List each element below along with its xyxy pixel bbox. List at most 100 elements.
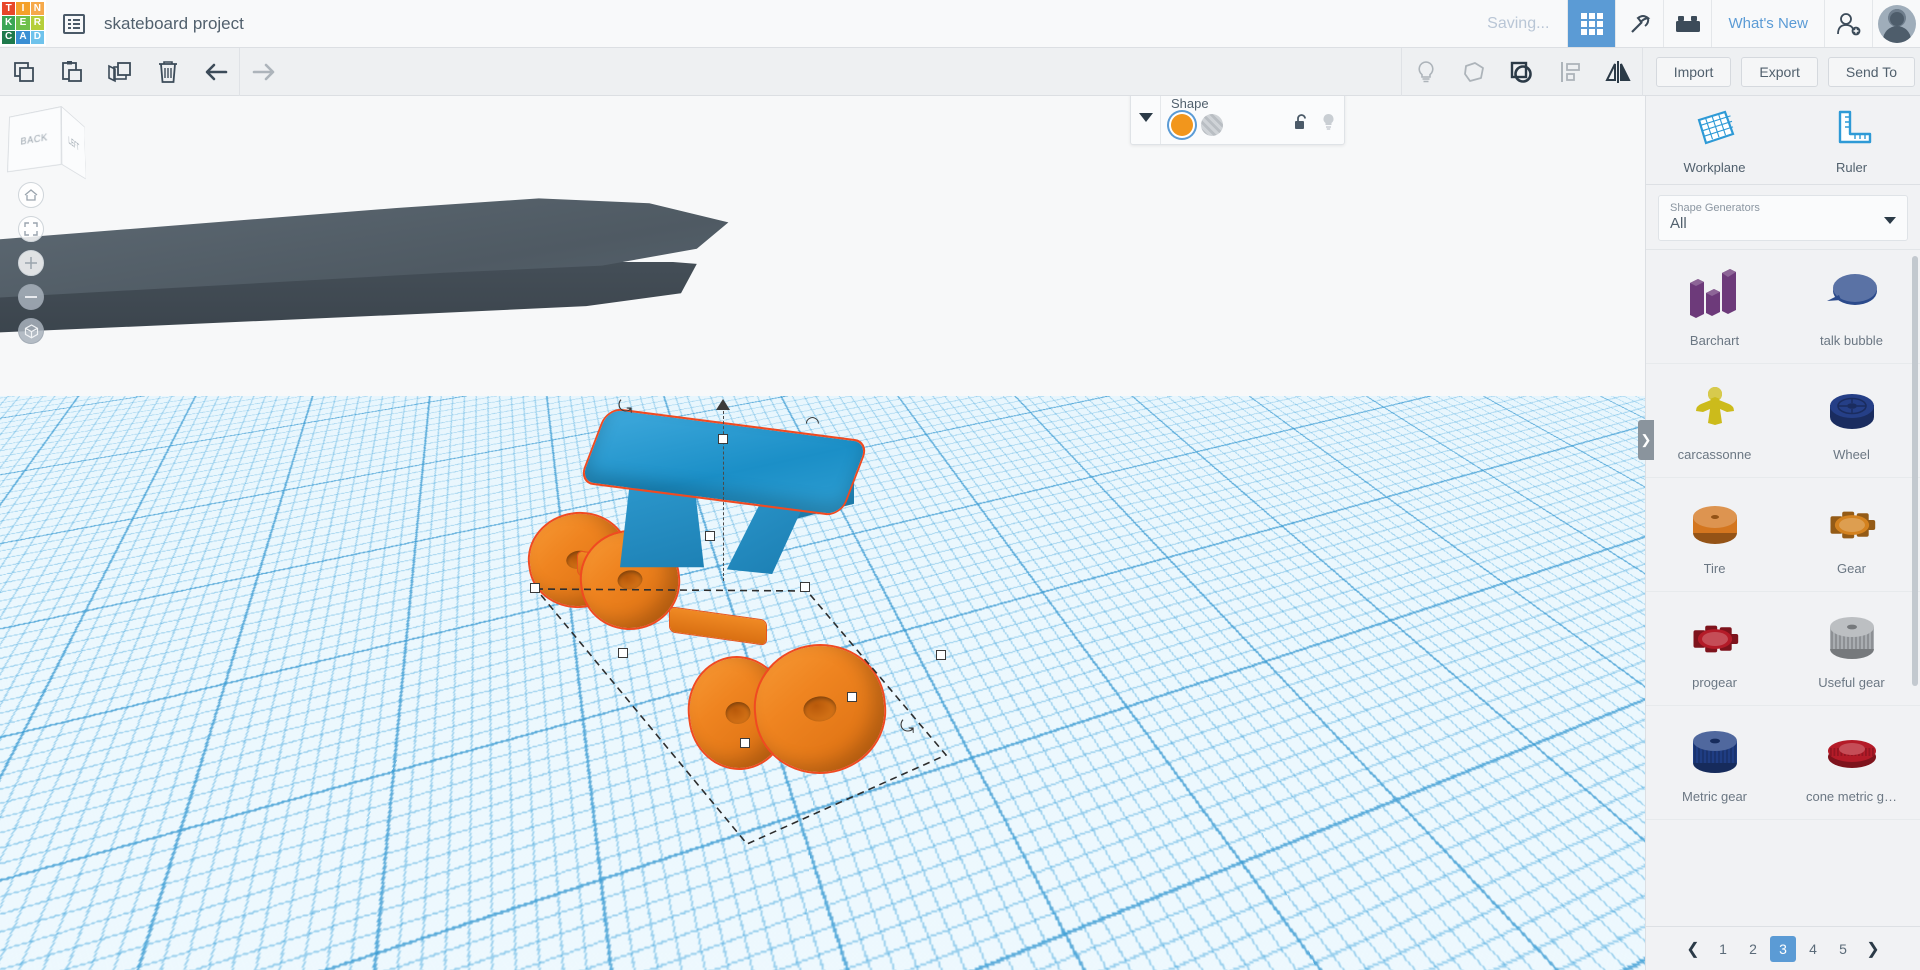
light-button[interactable]: [1402, 48, 1450, 96]
logo-letter-i: I: [16, 2, 29, 15]
import-button[interactable]: Import: [1656, 57, 1732, 87]
undo-button[interactable]: [192, 48, 240, 96]
invite-button[interactable]: [1824, 0, 1872, 47]
ungroup-shapes-icon: [1509, 60, 1535, 84]
add-person-icon: [1836, 12, 1862, 36]
shape-panel-icons: [1294, 113, 1336, 135]
home-view-button[interactable]: [18, 182, 44, 208]
copy-button[interactable]: [0, 48, 48, 96]
pager-page-4[interactable]: 4: [1800, 936, 1826, 962]
skateboard-deck-model[interactable]: [0, 196, 770, 356]
avatar: [1878, 5, 1916, 43]
logo-letter-d: D: [31, 31, 44, 44]
truck-assembly-model[interactable]: [520, 396, 940, 756]
paste-icon: [60, 60, 84, 84]
shape-palette-item[interactable]: Useful gear: [1783, 592, 1920, 706]
save-status: Saving...: [1487, 0, 1567, 47]
cone-metric-gear-shape-icon: [1821, 721, 1883, 783]
project-menu-button[interactable]: [46, 0, 102, 47]
shape-panel-collapse-button[interactable]: [1131, 91, 1161, 144]
delete-button[interactable]: [144, 48, 192, 96]
sidebar-item-workplane[interactable]: Workplane: [1646, 96, 1783, 184]
hole-swatch[interactable]: [1201, 114, 1223, 136]
whats-new-link[interactable]: What's New: [1711, 0, 1824, 47]
shape-palette-item[interactable]: progear: [1646, 592, 1783, 706]
gallery-button[interactable]: [1567, 0, 1615, 47]
useful-gear-shape-icon: [1821, 607, 1883, 669]
logo-letter-a: A: [16, 31, 29, 44]
align-button[interactable]: [1546, 48, 1594, 96]
group-button[interactable]: [1450, 48, 1498, 96]
axle-front: [670, 607, 766, 644]
shape-palette-item-label: Metric gear: [1682, 789, 1747, 804]
shape-generators-caption: Shape Generators: [1670, 202, 1896, 214]
wheel-hub: [616, 569, 643, 591]
pager-page-3[interactable]: 3: [1770, 936, 1796, 962]
tinkercad-logo[interactable]: TINKERCAD: [0, 0, 46, 46]
pager-page-5[interactable]: 5: [1830, 936, 1856, 962]
export-button[interactable]: Export: [1741, 57, 1817, 87]
fit-to-view-button[interactable]: [18, 216, 44, 242]
shape-palette-item-label: progear: [1692, 675, 1737, 690]
pager-page-1[interactable]: 1: [1710, 936, 1736, 962]
project-title[interactable]: skateboard project: [102, 0, 244, 47]
shape-palette-item[interactable]: Barchart: [1646, 250, 1783, 364]
3d-viewport[interactable]: ⤿ ◠ ⤿ TOP BACK LEFT: [0, 96, 1645, 970]
send-to-button[interactable]: Send To: [1828, 57, 1915, 87]
shape-palette-item-label: Wheel: [1833, 447, 1870, 462]
meeple-shape-icon: [1684, 379, 1746, 441]
undo-arrow-icon: [203, 61, 229, 83]
mirror-button[interactable]: [1594, 48, 1642, 96]
panel-collapse-tab[interactable]: ❯: [1638, 420, 1654, 460]
group-shapes-icon: [1462, 60, 1486, 84]
home-icon: [24, 188, 38, 202]
pager-prev-button[interactable]: ❮: [1680, 936, 1706, 962]
projection-toggle-button[interactable]: [18, 318, 44, 344]
metric-gear-shape-icon: [1684, 721, 1746, 783]
zoom-out-button[interactable]: [18, 284, 44, 310]
duplicate-button[interactable]: [96, 48, 144, 96]
shape-palette-item[interactable]: Tire: [1646, 478, 1783, 592]
shape-palette-scrollbar[interactable]: [1912, 256, 1918, 686]
view-cube-left[interactable]: LEFT: [61, 106, 85, 179]
logo-letter-t: T: [2, 2, 15, 15]
account-button[interactable]: [1872, 0, 1920, 47]
pager-page-2[interactable]: 2: [1740, 936, 1766, 962]
pager-next-button[interactable]: ❯: [1860, 936, 1886, 962]
right-sidebar: Workplane Ruler Shape Generators All Bar…: [1645, 96, 1920, 970]
edit-toolbar: Import Export Send To: [0, 48, 1920, 96]
zoom-in-button[interactable]: [18, 250, 44, 276]
unlock-icon[interactable]: [1294, 113, 1309, 135]
solid-swatch[interactable]: [1171, 114, 1193, 136]
shape-ops-group: [1401, 48, 1642, 96]
logo-letter-k: K: [2, 16, 15, 29]
ruler-icon: [1830, 108, 1874, 148]
shape-palette-item[interactable]: carcassonne: [1646, 364, 1783, 478]
sidebar-item-ruler[interactable]: Ruler: [1783, 96, 1920, 184]
logo-letter-c: C: [2, 31, 15, 44]
wheel-shape-icon: [1821, 379, 1883, 441]
shape-panel-body: Shape: [1161, 91, 1344, 144]
shape-palette-item[interactable]: Metric gear: [1646, 706, 1783, 820]
talk-bubble-shape-icon: [1821, 265, 1883, 327]
view-cube-back[interactable]: BACK: [7, 106, 62, 172]
blocks-button[interactable]: [1663, 0, 1711, 47]
shape-palette-item[interactable]: talk bubble: [1783, 250, 1920, 364]
lightbulb-icon[interactable]: [1321, 113, 1336, 135]
viewport-nav-buttons: [5, 174, 57, 352]
logo-letter-e: E: [16, 16, 29, 29]
shape-palette-item[interactable]: Wheel: [1783, 364, 1920, 478]
codeblocks-button[interactable]: [1615, 0, 1663, 47]
redo-button[interactable]: [240, 48, 288, 96]
wheel-hub: [802, 695, 838, 724]
shape-generators-select[interactable]: Shape Generators All: [1658, 195, 1908, 241]
shape-inspector-panel: Shape: [1130, 90, 1345, 145]
list-icon: [63, 14, 85, 34]
shape-palette-item[interactable]: Gear: [1783, 478, 1920, 592]
paste-button[interactable]: [48, 48, 96, 96]
shape-palette-item[interactable]: cone metric g…: [1783, 706, 1920, 820]
shape-palette-item-label: Useful gear: [1818, 675, 1884, 690]
shape-palette-item-label: Tire: [1704, 561, 1726, 576]
logo-letter-r: R: [31, 16, 44, 29]
ungroup-button[interactable]: [1498, 48, 1546, 96]
